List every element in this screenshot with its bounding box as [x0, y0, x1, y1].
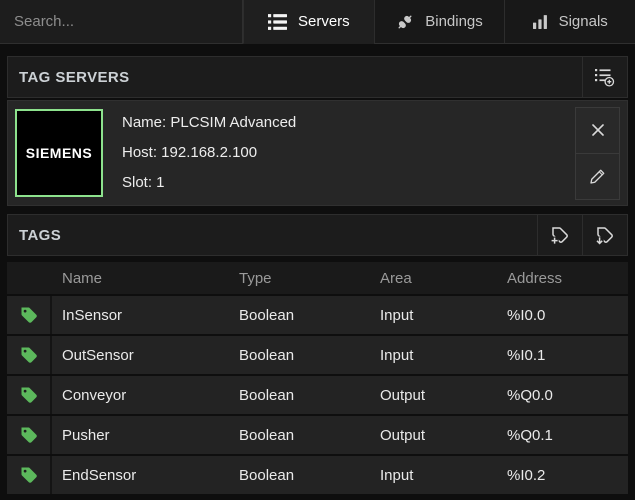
column-header-type: Type — [229, 270, 370, 287]
cell-name: InSensor — [52, 307, 229, 324]
cell-type: Boolean — [229, 387, 370, 404]
server-name-line: Name: PLCSIM Advanced — [122, 108, 575, 138]
tag-icon — [7, 376, 52, 414]
remove-server-button[interactable] — [576, 108, 619, 153]
tab-label: Servers — [298, 13, 350, 30]
top-bar: Servers Bindings — [0, 0, 635, 44]
table-row[interactable]: EndSensor Boolean Input %I0.2 — [7, 456, 628, 494]
tags-title: TAGS — [8, 227, 537, 244]
edit-server-button[interactable] — [576, 153, 619, 199]
cell-area: Input — [370, 307, 497, 324]
add-server-button[interactable] — [582, 57, 627, 97]
search-input[interactable] — [0, 13, 242, 30]
tag-icon — [7, 336, 52, 374]
cell-type: Boolean — [229, 427, 370, 444]
cell-address: %I0.2 — [497, 467, 628, 484]
tag-servers-title: TAG SERVERS — [8, 69, 582, 86]
tab-label: Bindings — [425, 13, 483, 30]
plug-icon — [396, 13, 414, 31]
cell-address: %I0.1 — [497, 347, 628, 364]
add-tag-button[interactable] — [537, 215, 582, 255]
table-row[interactable]: InSensor Boolean Input %I0.0 — [7, 296, 628, 334]
tag-icon — [7, 416, 52, 454]
siemens-logo: SIEMENS — [15, 109, 103, 197]
cell-type: Boolean — [229, 467, 370, 484]
tags-table-body: InSensor Boolean Input %I0.0 OutSensor B… — [7, 296, 628, 494]
table-row[interactable]: OutSensor Boolean Input %I0.1 — [7, 336, 628, 374]
siemens-logo-text: SIEMENS — [26, 145, 93, 161]
server-list-icon — [268, 14, 287, 30]
server-info: Name: PLCSIM Advanced Host: 192.168.2.10… — [122, 108, 575, 198]
server-actions — [575, 107, 620, 200]
column-header-address: Address — [497, 270, 628, 287]
tab-bindings[interactable]: Bindings — [374, 0, 505, 44]
server-host-line: Host: 192.168.2.100 — [122, 138, 575, 168]
tab-label: Signals — [559, 13, 608, 30]
pencil-icon — [589, 168, 606, 185]
cell-name: Pusher — [52, 427, 229, 444]
cell-area: Input — [370, 467, 497, 484]
tab-signals[interactable]: Signals — [504, 0, 635, 44]
cell-type: Boolean — [229, 347, 370, 364]
cell-name: OutSensor — [52, 347, 229, 364]
search-box[interactable] — [0, 0, 243, 44]
cell-address: %Q0.0 — [497, 387, 628, 404]
cell-address: %I0.0 — [497, 307, 628, 324]
cell-name: Conveyor — [52, 387, 229, 404]
add-server-icon — [595, 68, 615, 87]
tag-icon — [7, 296, 52, 334]
table-row[interactable]: Pusher Boolean Output %Q0.1 — [7, 416, 628, 454]
cell-name: EndSensor — [52, 467, 229, 484]
cell-area: Output — [370, 387, 497, 404]
bar-chart-icon — [533, 14, 548, 29]
tab-servers[interactable]: Servers — [243, 0, 374, 44]
column-header-area: Area — [370, 270, 497, 287]
tags-table-header: Name Type Area Address — [7, 262, 628, 294]
server-slot-line: Slot: 1 — [122, 168, 575, 198]
column-header-name: Name — [52, 270, 229, 287]
cell-area: Input — [370, 347, 497, 364]
tag-icon — [7, 456, 52, 494]
server-card[interactable]: SIEMENS Name: PLCSIM Advanced Host: 192.… — [7, 100, 628, 206]
tag-arrow-down-icon — [595, 225, 615, 245]
cell-type: Boolean — [229, 307, 370, 324]
tags-header: TAGS — [7, 214, 628, 256]
cell-area: Output — [370, 427, 497, 444]
close-icon — [591, 123, 605, 137]
import-tags-button[interactable] — [582, 215, 627, 255]
cell-address: %Q0.1 — [497, 427, 628, 444]
table-row[interactable]: Conveyor Boolean Output %Q0.0 — [7, 376, 628, 414]
tag-plus-icon — [550, 225, 570, 245]
tab-bar: Servers Bindings — [243, 0, 635, 44]
tag-servers-header: TAG SERVERS — [7, 56, 628, 98]
